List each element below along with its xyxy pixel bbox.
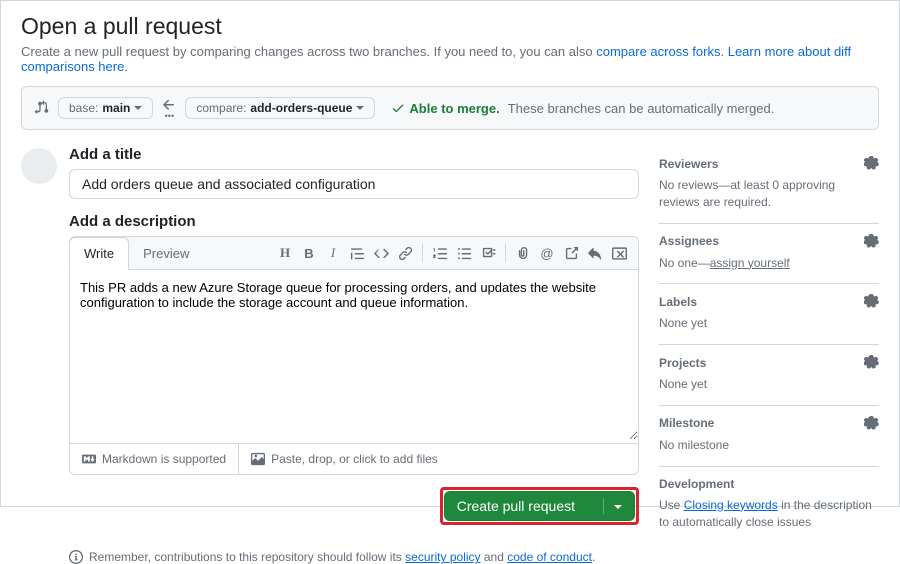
avatar bbox=[21, 148, 57, 184]
subtitle-text: Create a new pull request by comparing c… bbox=[21, 44, 596, 59]
reviewers-title: Reviewers bbox=[659, 157, 718, 171]
milestone-title: Milestone bbox=[659, 416, 714, 430]
ellipsis-icon: ••• bbox=[165, 113, 174, 119]
description-label: Add a description bbox=[69, 213, 639, 230]
italic-icon[interactable]: I bbox=[322, 241, 344, 265]
mention-icon[interactable]: @ bbox=[536, 241, 558, 265]
gear-icon[interactable] bbox=[864, 294, 879, 309]
gear-icon[interactable] bbox=[864, 234, 879, 249]
projects-title: Projects bbox=[659, 356, 706, 370]
quote-icon[interactable] bbox=[346, 241, 368, 265]
assignees-body: No one—assign yourself bbox=[659, 255, 879, 272]
tab-preview[interactable]: Preview bbox=[129, 238, 204, 269]
page-title: Open a pull request bbox=[21, 13, 879, 40]
compare-forks-link[interactable]: compare across forks bbox=[596, 44, 720, 59]
git-compare-icon bbox=[34, 100, 50, 116]
security-policy-link[interactable]: security policy bbox=[405, 550, 480, 564]
description-box: Write Preview H B I bbox=[69, 236, 639, 475]
subtitle: Create a new pull request by comparing c… bbox=[21, 44, 879, 74]
labels-title: Labels bbox=[659, 295, 697, 309]
tab-write[interactable]: Write bbox=[69, 237, 129, 270]
assign-yourself-link[interactable]: assign yourself bbox=[710, 256, 790, 270]
caret-down-icon bbox=[356, 104, 364, 112]
caret-down-icon bbox=[134, 104, 142, 112]
assignees-title: Assignees bbox=[659, 234, 719, 248]
title-input[interactable] bbox=[69, 169, 639, 199]
markdown-hint[interactable]: Markdown is supported bbox=[70, 444, 238, 474]
ordered-list-icon[interactable] bbox=[429, 241, 451, 265]
unordered-list-icon[interactable] bbox=[453, 241, 475, 265]
closing-keywords-link[interactable]: Closing keywords bbox=[684, 498, 778, 512]
attach-hint[interactable]: Paste, drop, or click to add files bbox=[238, 444, 450, 474]
projects-body: None yet bbox=[659, 376, 879, 393]
caret-down-icon[interactable] bbox=[603, 498, 622, 514]
create-button-highlight: Create pull request bbox=[440, 487, 639, 525]
toolbar: H B I @ bbox=[274, 241, 638, 265]
merge-desc: These branches can be automatically merg… bbox=[508, 101, 775, 116]
development-title: Development bbox=[659, 477, 734, 491]
labels-body: None yet bbox=[659, 315, 879, 332]
gear-icon[interactable] bbox=[864, 416, 879, 431]
gear-icon[interactable] bbox=[864, 355, 879, 370]
base-branch-button[interactable]: base: main bbox=[58, 97, 153, 119]
link-icon[interactable] bbox=[394, 241, 416, 265]
gear-icon[interactable] bbox=[864, 156, 879, 171]
sidebar: Reviewers No reviews—at least 0 approvin… bbox=[659, 146, 879, 542]
reference-icon[interactable] bbox=[560, 241, 582, 265]
attach-icon[interactable] bbox=[512, 241, 534, 265]
footer-note: Remember, contributions to this reposito… bbox=[69, 550, 879, 564]
create-pull-request-button[interactable]: Create pull request bbox=[444, 491, 635, 521]
info-icon bbox=[69, 550, 83, 564]
reply-icon[interactable] bbox=[584, 241, 606, 265]
title-label: Add a title bbox=[69, 146, 639, 163]
heading-icon[interactable]: H bbox=[274, 241, 296, 265]
reviewers-body: No reviews—at least 0 approving reviews … bbox=[659, 177, 879, 211]
compare-branch-button[interactable]: compare: add-orders-queue bbox=[185, 97, 375, 119]
code-icon[interactable] bbox=[370, 241, 392, 265]
development-body: Use Closing keywords in the description … bbox=[659, 497, 879, 531]
compare-bar: base: main ••• compare: add-orders-queue… bbox=[21, 86, 879, 130]
merge-status: Able to merge. bbox=[391, 101, 499, 116]
code-of-conduct-link[interactable]: code of conduct bbox=[507, 550, 592, 564]
task-list-icon[interactable] bbox=[477, 241, 499, 265]
description-textarea[interactable] bbox=[70, 270, 638, 440]
diff-icon[interactable] bbox=[608, 241, 630, 265]
bold-icon[interactable]: B bbox=[298, 241, 320, 265]
milestone-body: No milestone bbox=[659, 437, 879, 454]
markdown-icon bbox=[82, 452, 96, 466]
image-icon bbox=[251, 452, 265, 466]
check-icon bbox=[391, 101, 405, 115]
